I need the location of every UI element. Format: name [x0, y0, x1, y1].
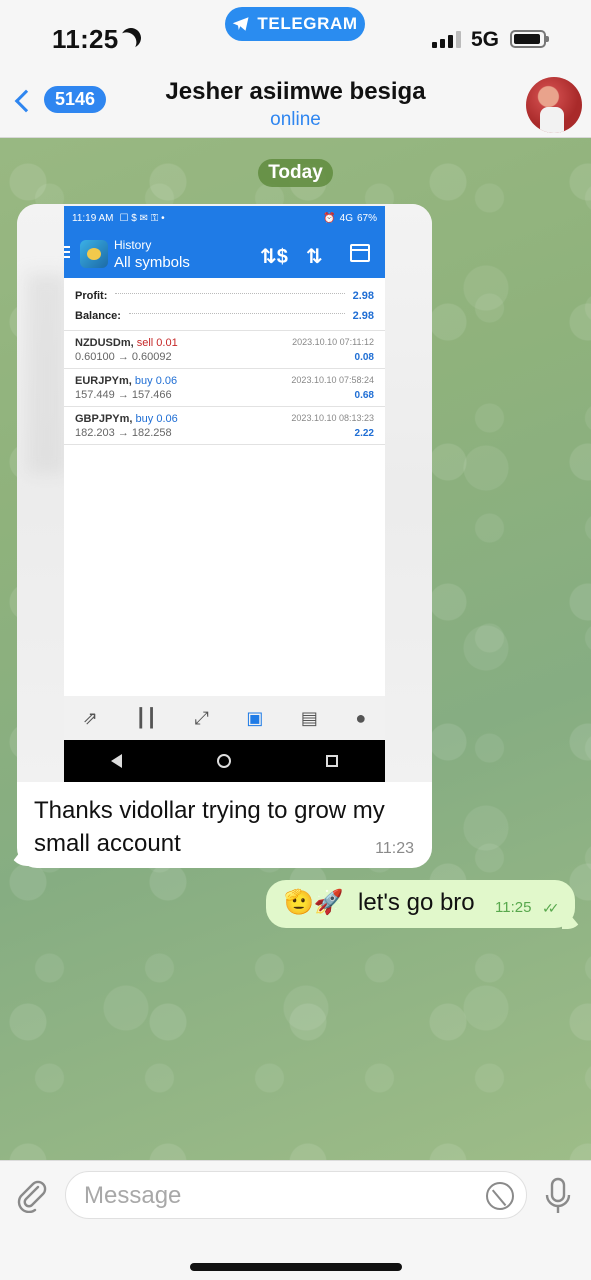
message-field-container[interactable] — [65, 1171, 527, 1219]
contact-name[interactable]: Jesher asiimwe besiga — [0, 78, 591, 106]
trade-prices: 157.449 → 157.466 — [75, 389, 172, 401]
message-emoji: 🫡🚀 — [284, 889, 344, 916]
summary-value: 2.98 — [352, 310, 374, 322]
menu-icon — [64, 246, 70, 258]
back-triangle-icon — [111, 754, 123, 768]
calendar-icon — [350, 244, 370, 262]
battery-icon — [510, 30, 549, 48]
trade-profit: 2.22 — [354, 428, 374, 439]
screenshot-title-small: History — [114, 238, 152, 252]
recents-square-icon — [325, 755, 338, 767]
status-bar: 11:25 TELEGRAM 5G — [0, 0, 591, 76]
trade-side: buy 0.06 — [134, 375, 178, 387]
sort-icon: ⇅ — [306, 246, 323, 268]
home-indicator — [190, 1263, 402, 1271]
trade-symbol: EURJPYm, — [75, 375, 132, 387]
trade-side: sell 0.01 — [136, 337, 178, 349]
app-logo-icon — [80, 240, 108, 268]
outgoing-message-time: 11:25 — [495, 899, 532, 916]
message-input-bar — [0, 1160, 591, 1280]
trade-row: GBPJPYm, buy 0.06 182.203 → 182.258 2023… — [64, 407, 385, 445]
summary-label: Profit: — [75, 290, 108, 302]
date-separator: Today — [258, 159, 333, 187]
attached-screenshot[interactable]: 11:19 AM ☐ $ ✉ ⚿ • ⏰ 4G 67% History All … — [17, 204, 432, 782]
incoming-message-text: Thanks vidollar trying to grow my small … — [34, 797, 385, 857]
screenshot-network: 4G — [339, 212, 353, 224]
trade-row: EURJPYm, buy 0.06 157.449 → 157.466 2023… — [64, 369, 385, 407]
alarm-icon: ⏰ — [323, 212, 336, 224]
quotes-icon: ⇗ — [82, 707, 98, 728]
trade-side: buy 0.06 — [135, 413, 178, 425]
trade-date: 2023.10.10 08:13:23 — [291, 413, 374, 423]
news-icon: ▤ — [300, 707, 318, 728]
chart-candles-icon: ┃┃ — [135, 707, 157, 728]
moon-icon — [118, 25, 145, 52]
telegram-return-pill[interactable]: TELEGRAM — [225, 7, 365, 41]
trade-date: 2023.10.10 07:58:24 — [291, 375, 374, 385]
sticker-icon[interactable] — [486, 1182, 514, 1210]
outgoing-message-bubble[interactable]: 🫡🚀 let's go bro 11:25 ✓✓ — [266, 880, 575, 928]
trade-icon: ⤢ — [194, 707, 209, 728]
trade-symbol: GBPJPYm, — [75, 413, 133, 425]
home-circle-icon — [216, 754, 231, 768]
app-pill-label: TELEGRAM — [257, 14, 358, 33]
screenshot-battery: 67% — [356, 212, 377, 224]
trade-prices: 182.203 → 182.258 — [75, 427, 172, 439]
telegram-icon — [233, 17, 249, 31]
status-time: 11:25 — [52, 24, 119, 54]
screenshot-bottom-tabs: ⇗ ┃┃ ⤢ ▣ ▤ ● — [64, 696, 385, 740]
trade-symbol: NZDUSDm, — [75, 337, 134, 349]
summary-block: Profit: 2.98 Balance: 2.98 — [64, 278, 385, 331]
trade-prices: 0.60100 → 0.60092 — [75, 351, 172, 363]
chat-icon: ● — [355, 707, 367, 728]
contact-status: online — [270, 109, 321, 130]
summary-value: 2.98 — [352, 290, 374, 302]
android-nav-bar — [64, 740, 385, 782]
summary-row-profit: Profit: 2.98 — [75, 286, 374, 306]
trading-app-screenshot: 11:19 AM ☐ $ ✉ ⚿ • ⏰ 4G 67% History All … — [64, 206, 385, 782]
screenshot-app-bar: History All symbols ⇅$ ⇅ — [64, 230, 385, 278]
incoming-message-time: 11:23 — [375, 840, 414, 857]
avatar[interactable] — [526, 77, 582, 133]
microphone-icon[interactable] — [543, 1176, 573, 1216]
trade-row: NZDUSDm, sell 0.01 0.60100 → 0.60092 202… — [64, 331, 385, 369]
screenshot-time: 11:19 AM — [72, 212, 114, 224]
summary-row-balance: Balance: 2.98 — [75, 306, 374, 326]
history-icon: ▣ — [246, 707, 264, 728]
summary-label: Balance: — [75, 310, 121, 322]
message-input[interactable] — [84, 1182, 474, 1210]
network-type: 5G — [471, 28, 500, 51]
trade-profit: 0.08 — [354, 352, 374, 363]
attach-paperclip-icon[interactable] — [14, 1177, 50, 1213]
dollar-exchange-icon: ⇅$ — [260, 246, 288, 268]
chat-header: 5146 Jesher asiimwe besiga online — [0, 76, 591, 138]
signal-icon — [432, 30, 461, 48]
incoming-message-bubble[interactable]: 11:19 AM ☐ $ ✉ ⚿ • ⏰ 4G 67% History All … — [17, 204, 432, 868]
read-checkmarks-icon: ✓✓ — [542, 900, 560, 916]
trade-date: 2023.10.10 07:11:12 — [292, 337, 374, 347]
screenshot-title-big: All symbols — [114, 254, 190, 271]
trade-profit: 0.68 — [354, 390, 374, 401]
screenshot-status-bar: 11:19 AM ☐ $ ✉ ⚿ • ⏰ 4G 67% — [64, 206, 385, 230]
notification-icons: ☐ $ ✉ ⚿ • — [119, 212, 165, 224]
screenshot-status-right: ⏰ 4G 67% — [323, 213, 377, 224]
outgoing-message-text: let's go bro — [358, 889, 475, 916]
